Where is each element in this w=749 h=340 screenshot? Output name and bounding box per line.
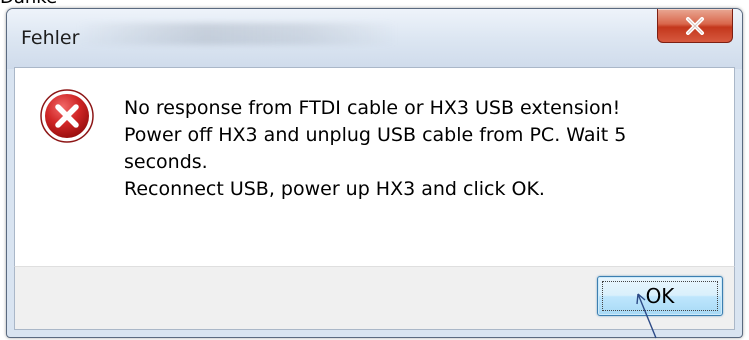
dialog-footer: OK bbox=[14, 266, 735, 330]
message-line: Reconnect USB, power up HX3 and click OK… bbox=[124, 178, 545, 200]
error-icon bbox=[40, 89, 94, 143]
annotation-arrow-icon bbox=[636, 293, 657, 339]
error-dialog: Fehler No response from FTDI cable or HX… bbox=[6, 8, 743, 338]
message-line: seconds. bbox=[124, 151, 208, 173]
dialog-title: Fehler bbox=[21, 27, 80, 49]
error-message: No response from FTDI cable or HX3 USB e… bbox=[124, 95, 724, 203]
close-button[interactable] bbox=[657, 9, 733, 43]
close-icon bbox=[686, 16, 704, 35]
background-text-fragment: Danke bbox=[0, 0, 110, 8]
message-line: No response from FTDI cable or HX3 USB e… bbox=[124, 97, 621, 119]
message-area: No response from FTDI cable or HX3 USB e… bbox=[14, 67, 735, 267]
message-line: Power off HX3 and unplug USB cable from … bbox=[124, 124, 627, 146]
screenshot: Danke Fehler bbox=[0, 0, 749, 340]
